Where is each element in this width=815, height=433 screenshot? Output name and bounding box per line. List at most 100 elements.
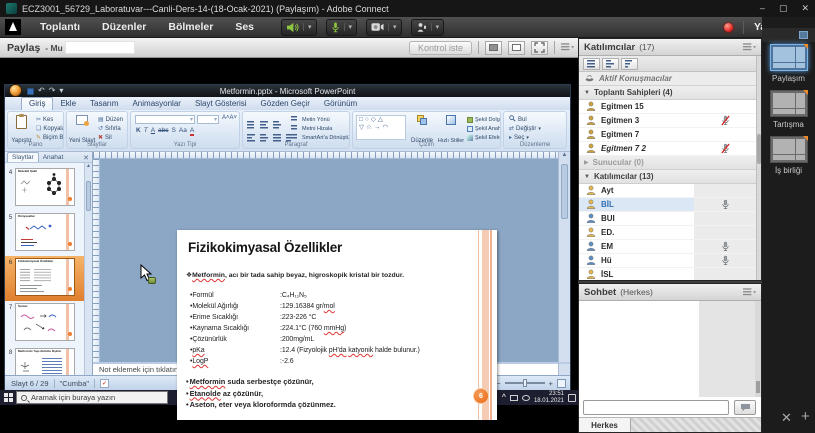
- workspace-scrollbar[interactable]: ▲: [558, 152, 570, 362]
- find-button[interactable]: Bul: [509, 115, 527, 124]
- ribbon-tab-4[interactable]: Slayt Gösterisi: [188, 98, 254, 110]
- attendee-row[interactable]: ED.: [579, 226, 756, 240]
- fullscreen-icon[interactable]: [531, 41, 548, 55]
- sort-view-button[interactable]: [621, 58, 638, 70]
- save-icon[interactable]: [27, 88, 34, 95]
- shadow-button[interactable]: S: [172, 127, 176, 136]
- request-control-button[interactable]: Kontrol iste: [409, 41, 472, 55]
- attendee-row[interactable]: Egitmen 15: [579, 100, 756, 114]
- shape-outline-button[interactable]: Şekil Anahattı: [467, 124, 501, 133]
- grow-shrink-font-buttons[interactable]: A˄A˅: [222, 115, 237, 121]
- pod-menu-icon[interactable]: [743, 43, 756, 52]
- attendees-scrollbar[interactable]: [756, 56, 761, 280]
- slide-thumbnail-4[interactable]: 4Molekül Şekli: [5, 166, 84, 211]
- new-slide-button[interactable]: Yeni Slayt: [68, 114, 96, 145]
- pod-view-icon[interactable]: [485, 41, 502, 55]
- layout-close-icon[interactable]: ✕: [781, 410, 792, 426]
- smartart-button[interactable]: SmartArt'a Dönüştür: [291, 133, 349, 142]
- layout-add-icon[interactable]: +: [801, 408, 810, 425]
- copy-button[interactable]: ❏Kopyala: [36, 124, 64, 133]
- minimize-button[interactable]: –: [760, 3, 765, 14]
- notification-center-icon[interactable]: [568, 394, 576, 402]
- qat-dropdown-icon[interactable]: ▾: [59, 87, 63, 95]
- underline-button[interactable]: A: [151, 127, 155, 136]
- start-button[interactable]: [0, 390, 16, 405]
- spellcheck-icon[interactable]: ✓: [100, 379, 109, 388]
- delete-slide-button[interactable]: ✖Sil: [98, 133, 112, 142]
- shape-fill-button[interactable]: Şekil Dolgusu: [467, 115, 501, 124]
- attendee-row[interactable]: Ayt: [579, 184, 756, 198]
- attendee-row[interactable]: Egitmen 7 2: [579, 142, 756, 156]
- layout-discussion[interactable]: Tartışma: [767, 90, 811, 129]
- text-direction-button[interactable]: Metin Yönü: [291, 115, 349, 124]
- network-icon[interactable]: [510, 395, 518, 401]
- shape-effects-button[interactable]: Şekil Efektleri: [467, 133, 501, 142]
- office-button[interactable]: [9, 84, 22, 97]
- slide-thumbnail-7[interactable]: 7Sentez: [5, 301, 84, 346]
- paste-button[interactable]: Yapıştır: [9, 114, 34, 145]
- attendee-row[interactable]: BİL: [579, 198, 756, 212]
- speaker-button[interactable]: ▾: [281, 19, 317, 36]
- ribbon-tab-3[interactable]: Animasyonlar: [125, 98, 187, 110]
- chat-tab-everyone[interactable]: Herkes: [579, 418, 631, 432]
- select-button[interactable]: ▸Seç▾: [509, 133, 529, 142]
- status-button[interactable]: ▾: [411, 19, 445, 36]
- menubar-item-3[interactable]: Ses: [235, 21, 254, 33]
- attendee-group-header-0[interactable]: ▼Toplantı Sahipleri (4): [579, 86, 756, 100]
- attendee-group-header-2[interactable]: ▼Katılımcılar (13): [579, 170, 756, 184]
- pod-menu-icon[interactable]: [561, 43, 574, 52]
- close-button[interactable]: ✕: [801, 3, 809, 14]
- quick-styles-button[interactable]: Hızlı Stiller: [437, 114, 465, 145]
- menubar-item-2[interactable]: Bölmeler: [168, 21, 213, 33]
- font-style-buttons[interactable]: K T A abc S Aa A: [136, 127, 197, 136]
- chat-send-button[interactable]: [734, 400, 756, 415]
- shapes-gallery[interactable]: □○◇△ ▽☆→◠: [356, 115, 406, 140]
- attendee-row[interactable]: İSL: [579, 268, 756, 280]
- pod-menu-icon[interactable]: [743, 288, 756, 297]
- grid-view-button[interactable]: [602, 58, 619, 70]
- redo-icon[interactable]: ↷: [49, 87, 56, 95]
- tab-outline[interactable]: Anahat: [39, 153, 68, 162]
- tray-chevron-icon[interactable]: ^: [502, 394, 506, 401]
- slide-thumbnail-8[interactable]: 8Metformin Yapı Aktivite İlişkisi: [5, 346, 84, 375]
- maximize-button[interactable]: ▢: [779, 3, 788, 14]
- attendee-row[interactable]: Hü: [579, 254, 756, 268]
- align-text-button[interactable]: Metni Hizala: [291, 124, 349, 133]
- pane-close-icon[interactable]: ✕: [80, 154, 92, 162]
- ribbon-tab-1[interactable]: Ekle: [53, 98, 83, 110]
- font-name-combobox[interactable]: ▾: [135, 115, 195, 124]
- cut-button[interactable]: ✂Kes: [36, 115, 53, 124]
- font-size-combobox[interactable]: ▾: [197, 115, 219, 124]
- taskbar-search[interactable]: Aramak için buraya yazın: [16, 391, 168, 404]
- attendee-row[interactable]: EM: [579, 240, 756, 254]
- status-dropdown-icon[interactable]: ▾: [431, 23, 440, 31]
- list-view-button[interactable]: [583, 58, 600, 70]
- undo-icon[interactable]: ↶: [38, 87, 45, 95]
- attendee-row[interactable]: BUI: [579, 212, 756, 226]
- reset-button[interactable]: ↺Sıfırla: [98, 124, 121, 133]
- layout-collaboration[interactable]: İş birliği: [767, 136, 811, 175]
- strikethrough-button[interactable]: abc: [158, 127, 168, 136]
- arrange-button[interactable]: Düzenle: [409, 114, 435, 145]
- ribbon-tab-5[interactable]: Gözden Geçir: [254, 98, 317, 110]
- attendee-group-header-1[interactable]: ▶Sunucular (0): [579, 156, 756, 170]
- microphone-dropdown-icon[interactable]: ▾: [344, 23, 353, 31]
- microphone-button[interactable]: ▾: [326, 19, 358, 36]
- ribbon-tab-2[interactable]: Tasarım: [83, 98, 125, 110]
- webcam-dropdown-icon[interactable]: ▾: [388, 23, 397, 31]
- slide-thumbnail-6[interactable]: 6Fizikokimyasal Özellikler: [5, 256, 84, 301]
- slide-thumbnail-5[interactable]: 5Kimyasallar: [5, 211, 84, 256]
- volume-icon[interactable]: [522, 395, 530, 401]
- format-painter-button[interactable]: ✎Biçim Boyacısı: [36, 133, 64, 142]
- attendee-row[interactable]: Egitmen 3: [579, 114, 756, 128]
- italic-button[interactable]: T: [144, 127, 148, 136]
- webcam-button[interactable]: ▾: [366, 19, 402, 36]
- zoom-in-icon[interactable]: +: [549, 379, 553, 388]
- menubar-item-1[interactable]: Düzenler: [102, 21, 146, 33]
- replace-button[interactable]: ⇄Değiştir▾: [509, 124, 541, 133]
- layout-button[interactable]: ▤Düzen: [98, 115, 123, 124]
- pod-view-alt-icon[interactable]: [508, 41, 525, 55]
- font-color-button[interactable]: A: [190, 127, 194, 136]
- layout-share[interactable]: Paylaşım: [767, 44, 811, 83]
- case-button[interactable]: Aa: [179, 127, 187, 136]
